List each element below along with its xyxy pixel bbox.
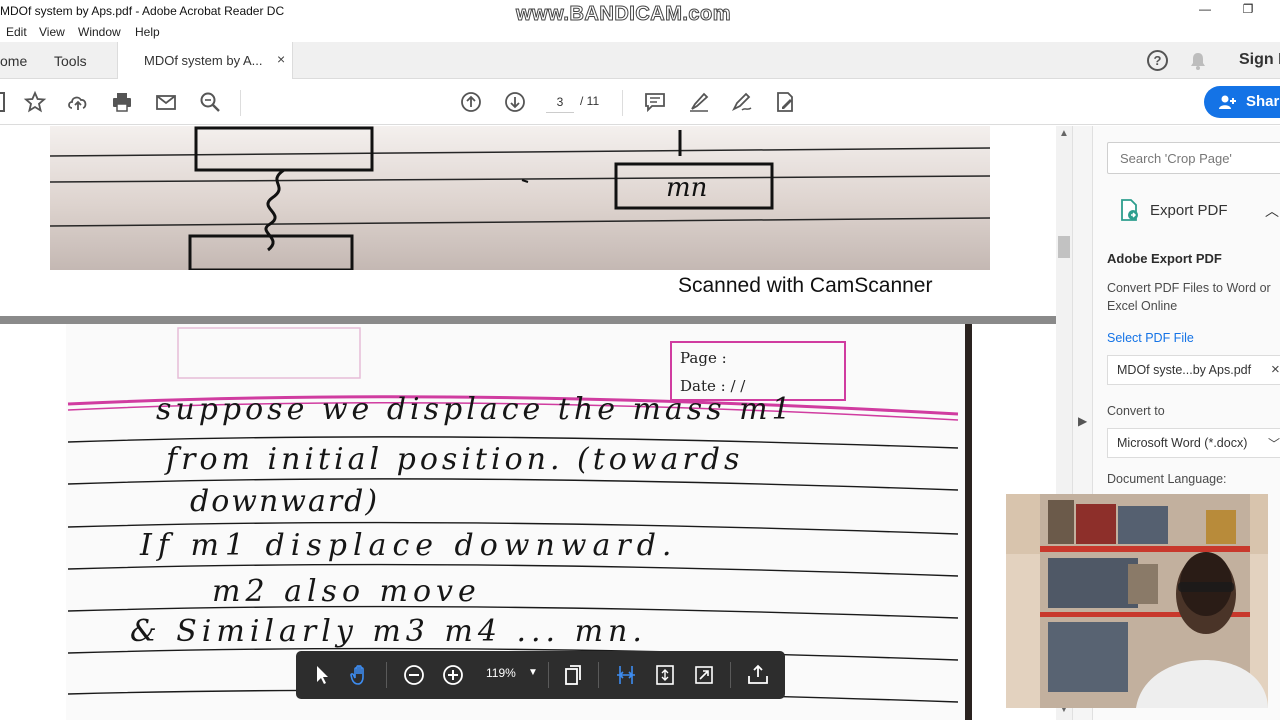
- main-toolbar: 3 / 11: [0, 80, 1280, 125]
- title-bar: MDOf system by Aps.pdf - Adobe Acrobat R…: [0, 0, 1280, 25]
- webcam-overlay: [1006, 494, 1268, 708]
- zoom-dropdown-icon[interactable]: ▼: [528, 667, 538, 678]
- handwritten-line-2: from initial position. (towards: [166, 442, 744, 477]
- page-label: Page :: [680, 349, 727, 367]
- remove-file-button[interactable]: ×: [1271, 361, 1280, 378]
- zoom-in-icon[interactable]: [441, 663, 465, 687]
- scrollbar-thumb[interactable]: [1058, 236, 1070, 258]
- print-icon[interactable]: [110, 90, 134, 114]
- toolbar-separator: [622, 90, 623, 116]
- document-viewport[interactable]: mn Scanned with CamScanner Page : Date:…: [0, 126, 1056, 720]
- export-icon[interactable]: [746, 663, 770, 687]
- page-number-input[interactable]: 3: [546, 91, 574, 113]
- handwritten-line-6: & Similarly m3 m4 ... mn.: [130, 614, 647, 649]
- selected-file-row: MDOf syste...by Aps.pdf ×: [1107, 355, 1280, 385]
- export-pdf-header[interactable]: Export PDF ︿: [1093, 192, 1280, 228]
- upload-cloud-icon[interactable]: [66, 90, 90, 114]
- tool-search-input[interactable]: [1108, 143, 1280, 173]
- notification-bell-icon[interactable]: [1188, 51, 1208, 71]
- full-screen-icon[interactable]: [692, 663, 716, 687]
- scanned-page-top: mn: [50, 126, 990, 270]
- zoom-level[interactable]: 119%: [486, 666, 516, 680]
- select-arrow-icon[interactable]: [310, 663, 334, 687]
- export-pdf-label: Export PDF: [1150, 202, 1228, 219]
- share-button[interactable]: Share: [1204, 86, 1280, 118]
- acrobat-window: MDOf system by Aps.pdf - Adobe Acrobat R…: [0, 0, 1280, 720]
- floatbar-separator: [730, 662, 731, 688]
- camscanner-footer: Scanned with CamScanner: [678, 274, 933, 297]
- zoom-search-icon[interactable]: [198, 90, 222, 114]
- handwritten-line-1: suppose we displace the mass m1: [156, 392, 795, 427]
- menu-help[interactable]: Help: [135, 25, 160, 39]
- tab-bar: ome Tools MDOf system by A... ×: [0, 42, 1280, 79]
- handwritten-line-5: m2 also move: [212, 574, 481, 609]
- convert-format-select[interactable]: Microsoft Word (*.docx) ﹀: [1107, 428, 1280, 458]
- tab-document[interactable]: MDOf system by A... ×: [117, 42, 293, 79]
- chevron-down-icon: ﹀: [1268, 437, 1280, 451]
- page-total: / 11: [580, 94, 600, 108]
- menu-edit[interactable]: Edit: [6, 25, 27, 39]
- window-title: MDOf system by Aps.pdf - Adobe Acrobat R…: [0, 4, 285, 18]
- document-language-label: Document Language:: [1107, 472, 1227, 486]
- tool-search-box[interactable]: [1107, 142, 1280, 174]
- minimize-button[interactable]: —: [1195, 2, 1215, 16]
- hand-tool-icon[interactable]: [348, 663, 372, 687]
- bandicam-watermark: www.BANDICAM.com: [515, 3, 732, 25]
- convert-format-value: Microsoft Word (*.docx): [1117, 436, 1248, 450]
- zoom-out-icon[interactable]: [402, 663, 426, 687]
- tab-home[interactable]: ome: [0, 53, 27, 69]
- adobe-export-title: Adobe Export PDF: [1107, 251, 1222, 266]
- scan-edge-shadow: [965, 324, 972, 720]
- export-pdf-icon: [1121, 199, 1138, 221]
- menu-window[interactable]: Window: [78, 25, 121, 39]
- tab-close-button[interactable]: ×: [277, 51, 285, 67]
- bookmark-icon[interactable]: [0, 90, 10, 114]
- toolbar-separator: [240, 90, 241, 116]
- sign-in-button[interactable]: Sign In: [1239, 51, 1280, 69]
- page-view-icon[interactable]: [561, 663, 585, 687]
- highlight-pen-icon[interactable]: [687, 90, 711, 114]
- scroll-up-arrow-icon[interactable]: ▲: [1059, 128, 1069, 139]
- edit-pdf-icon[interactable]: [773, 90, 797, 114]
- convert-to-label: Convert to: [1107, 404, 1165, 418]
- collapse-arrow-icon[interactable]: ▶: [1078, 414, 1087, 428]
- chevron-up-icon[interactable]: ︿: [1265, 201, 1279, 221]
- fit-page-icon[interactable]: [653, 663, 677, 687]
- floatbar-separator: [598, 662, 599, 688]
- floating-page-controls: 119% ▼: [296, 651, 785, 699]
- page-up-icon[interactable]: [459, 90, 483, 114]
- floatbar-separator: [548, 662, 549, 688]
- selected-file-name: MDOf syste...by Aps.pdf: [1117, 363, 1252, 377]
- export-description: Convert PDF Files to Word or Excel Onlin…: [1107, 281, 1271, 313]
- star-icon[interactable]: [23, 90, 47, 114]
- share-person-icon: [1219, 95, 1236, 109]
- handwritten-line-3: downward): [190, 484, 380, 519]
- floatbar-separator: [386, 662, 387, 688]
- menu-view[interactable]: View: [39, 25, 65, 39]
- tab-tools[interactable]: Tools: [54, 53, 87, 69]
- page-separator: [0, 316, 1056, 324]
- tab-document-label: MDOf system by A...: [144, 53, 263, 68]
- comment-icon[interactable]: [643, 90, 667, 114]
- sign-icon[interactable]: [730, 90, 754, 114]
- help-icon[interactable]: ?: [1147, 50, 1168, 71]
- maximize-button[interactable]: ❐: [1238, 2, 1258, 16]
- select-pdf-link[interactable]: Select PDF File: [1107, 331, 1194, 345]
- scan-mass-label: mn: [666, 173, 707, 203]
- email-icon[interactable]: [154, 90, 178, 114]
- page-down-icon[interactable]: [503, 90, 527, 114]
- handwritten-line-4: If m1 displace downward.: [140, 528, 678, 563]
- fit-width-icon[interactable]: [614, 663, 638, 687]
- menu-bar: Edit View Window Help: [0, 22, 1280, 42]
- share-button-label: Share: [1246, 93, 1280, 110]
